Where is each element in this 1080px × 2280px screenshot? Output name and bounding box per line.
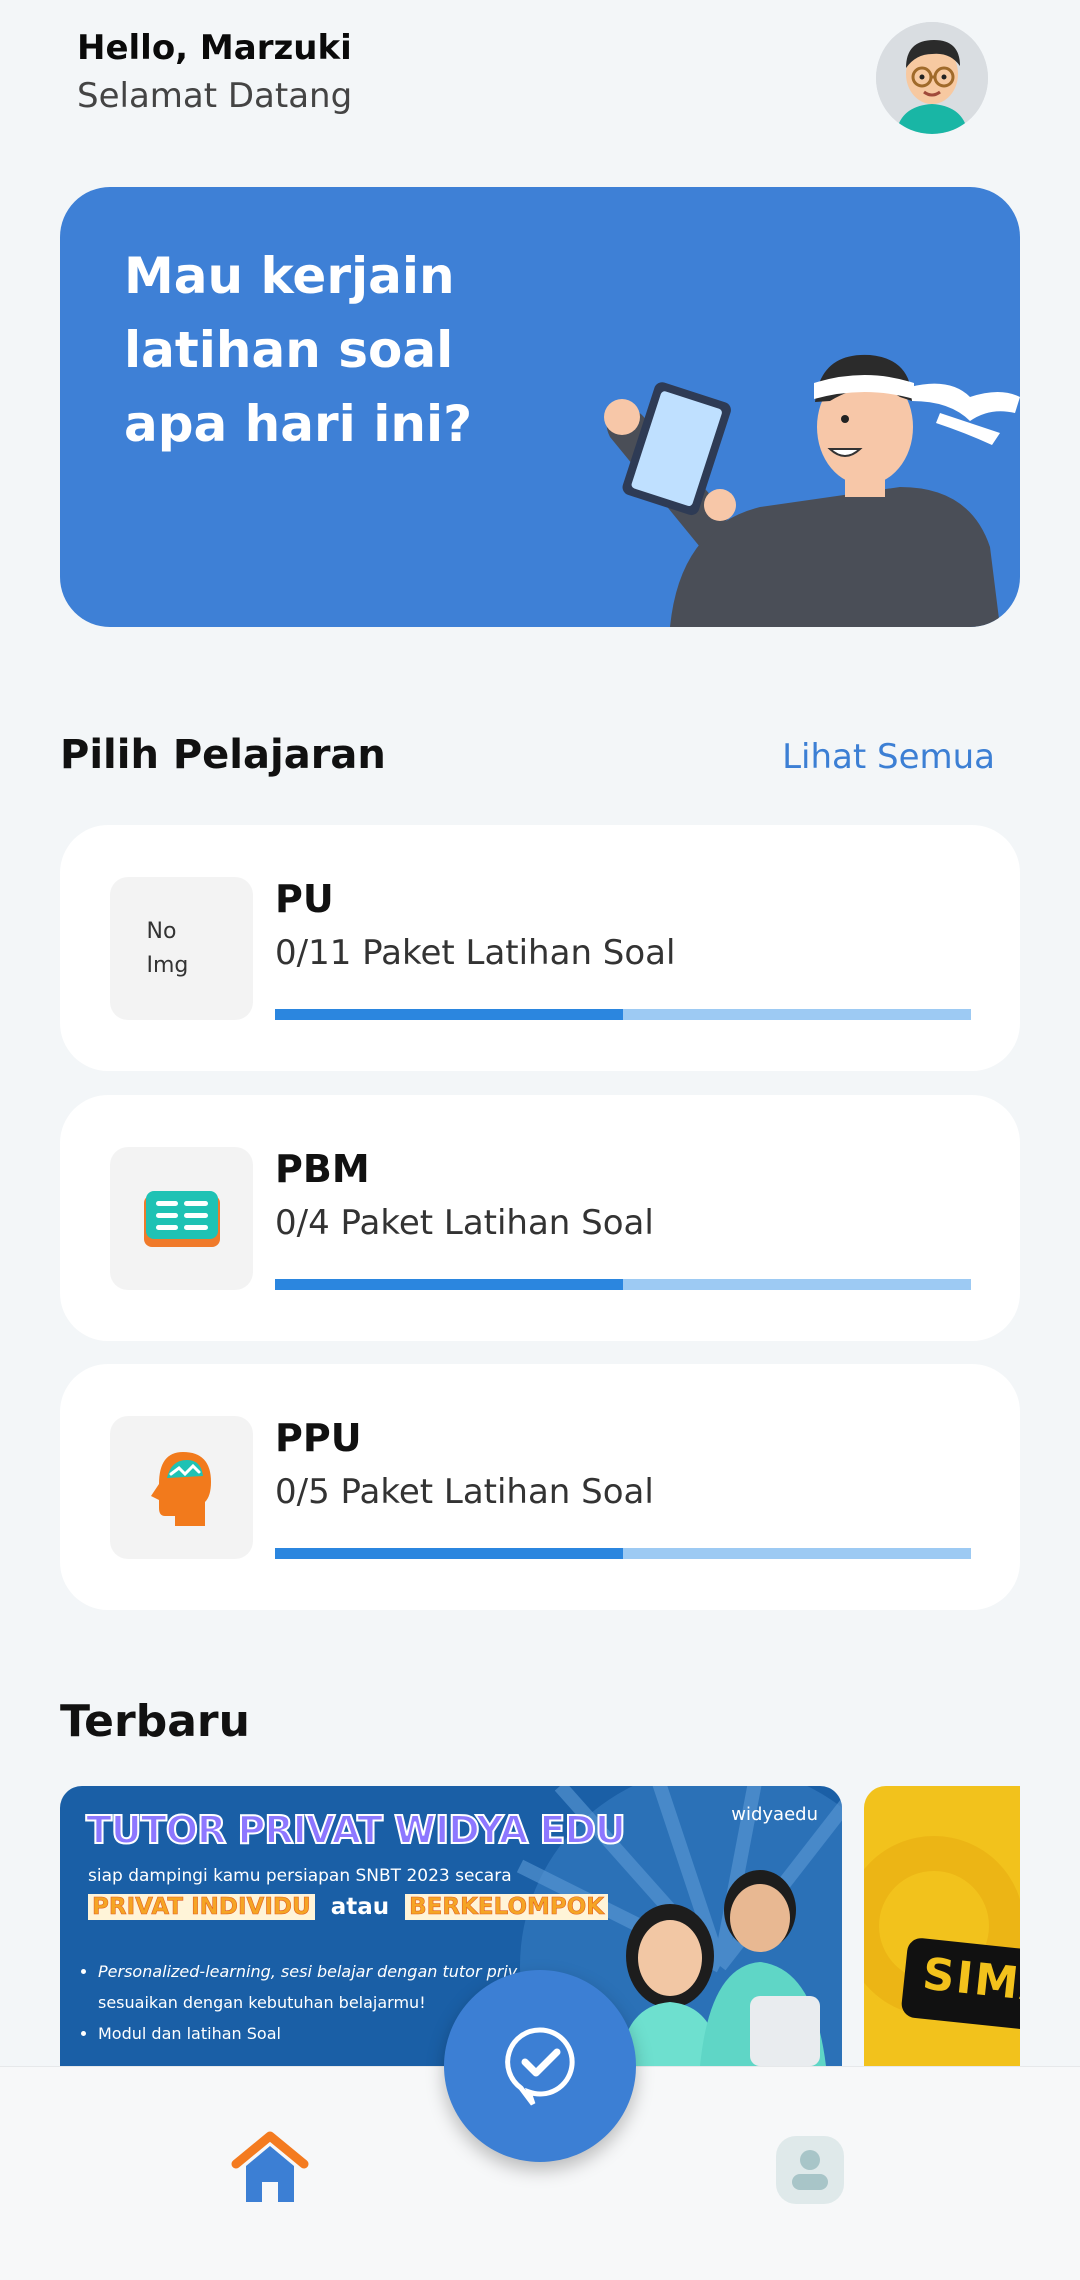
- user-avatar-icon[interactable]: [876, 22, 988, 134]
- hero-banner: Mau kerjain latihan soal apa hari ini?: [60, 187, 1020, 627]
- banner-connector: atau: [330, 1894, 390, 1920]
- welcome-text: Selamat Datang: [77, 76, 353, 116]
- subject-thumbnail: [110, 1416, 253, 1559]
- see-all-link[interactable]: Lihat Semua: [782, 737, 995, 777]
- subject-progress-text: 0/5 Paket Latihan Soal: [275, 1472, 654, 1512]
- banner-tag-group: BERKELOMPOK: [405, 1894, 609, 1920]
- home-icon[interactable]: [230, 2128, 310, 2208]
- hero-line-3: apa hari ini?: [124, 395, 473, 453]
- hero-line-2: latihan soal: [124, 321, 454, 379]
- subject-card-pbm[interactable]: PBM 0/4 Paket Latihan Soal: [60, 1095, 1020, 1341]
- students-photo: [620, 1870, 826, 2066]
- book-icon: [143, 1190, 220, 1247]
- subject-progress-bar: [275, 1279, 971, 1290]
- hero-line-1: Mau kerjain: [124, 247, 455, 305]
- hero-question: Mau kerjain latihan soal apa hari ini?: [124, 239, 524, 461]
- check-chat-icon[interactable]: [444, 1970, 636, 2162]
- subject-thumbnail: [110, 1147, 253, 1290]
- subject-title: PBM: [275, 1147, 370, 1191]
- subject-progress-text: 0/4 Paket Latihan Soal: [275, 1203, 654, 1243]
- banner-tags: PRIVAT INDIVIDU atau BERKELOMPOK: [88, 1894, 609, 1920]
- subject-progress-bar: [275, 1009, 971, 1020]
- banner-brand: widyaedu: [731, 1804, 818, 1825]
- banner-subtitle: siap dampingi kamu persiapan SNBT 2023 s…: [88, 1866, 512, 1886]
- subject-progress-bar: [275, 1548, 971, 1559]
- header: Hello, Marzuki Selamat Datang: [77, 28, 352, 116]
- profile-icon[interactable]: [776, 2136, 844, 2204]
- promo-banner-simak[interactable]: SIMA: [864, 1786, 1020, 2066]
- subject-title: PPU: [275, 1416, 362, 1460]
- subject-title: PU: [275, 877, 334, 921]
- banner-bullet: sesuaikan dengan kebutuhan belajarmu!: [98, 1993, 426, 2012]
- section-title-subjects: Pilih Pelajaran: [60, 732, 386, 778]
- banner-tag-individual: PRIVAT INDIVIDU: [88, 1894, 315, 1920]
- subject-progress-text: 0/11 Paket Latihan Soal: [275, 933, 676, 973]
- student-with-tablet-illustration: [604, 354, 1020, 627]
- banner-bullet: Personalized-learning, sesi belajar deng…: [98, 1956, 517, 1987]
- subject-card-ppu[interactable]: PPU 0/5 Paket Latihan Soal: [60, 1364, 1020, 1610]
- greeting-text: Hello, Marzuki: [77, 28, 352, 68]
- no-image-placeholder: No Img: [146, 918, 189, 978]
- banner-title: TUTOR PRIVAT WIDYA EDU: [85, 1807, 627, 1853]
- section-title-latest: Terbaru: [60, 1696, 250, 1747]
- subject-thumbnail: No Img: [110, 877, 253, 1020]
- subject-card-pu[interactable]: No Img PU 0/11 Paket Latihan Soal: [60, 825, 1020, 1071]
- head-brain-icon: [150, 1451, 211, 1526]
- promo-banner-tutor[interactable]: TUTOR PRIVAT WIDYA EDU widyaedu siap dam…: [60, 1786, 842, 2066]
